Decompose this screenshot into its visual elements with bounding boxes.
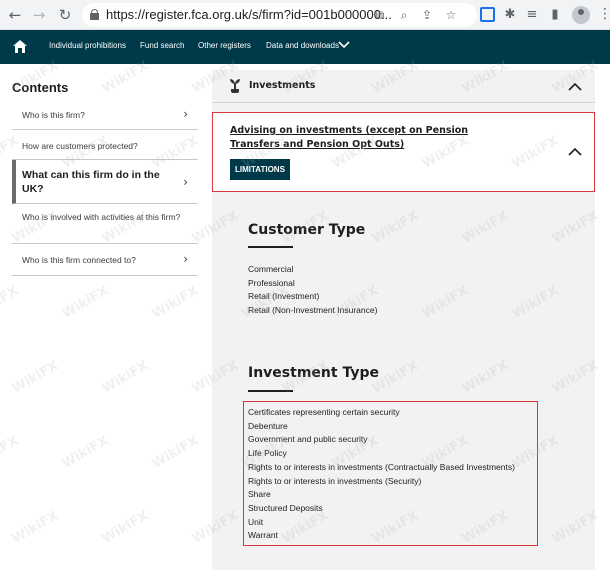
site-navbar: Individual prohibitions Fund search Othe… xyxy=(0,30,610,64)
watermark-text: WikiFX xyxy=(59,283,112,322)
list-item: Professional xyxy=(248,277,295,288)
activity-card: Advising on investments (except on Pensi… xyxy=(212,112,595,192)
nav-individual-prohibitions[interactable]: Individual prohibitions xyxy=(49,41,126,50)
watermark-text: WikiFX xyxy=(59,433,112,472)
extension-icon[interactable] xyxy=(480,7,495,22)
plant-icon xyxy=(230,79,240,93)
toc-item-what-can-firm-do[interactable]: What can this firm do in the UK? › xyxy=(12,160,198,204)
forward-arrow-icon[interactable]: → xyxy=(30,6,48,24)
toc-item-customer-protection[interactable]: How are customers protected? xyxy=(12,130,198,160)
investments-title: Investments xyxy=(249,80,316,91)
watermark-text: WikiFX xyxy=(9,508,62,547)
heading-underline xyxy=(248,246,293,248)
watermark-text: WikiFX xyxy=(0,433,22,472)
bookmark-star-icon[interactable]: ☆ xyxy=(443,7,459,23)
investment-type-heading: Investment Type xyxy=(248,365,379,381)
heading-underline xyxy=(248,390,293,392)
chevron-down-icon[interactable] xyxy=(338,39,350,51)
nav-data-and-downloads[interactable]: Data and downloads xyxy=(266,41,339,50)
chevron-right-icon: › xyxy=(183,252,188,266)
customer-type-list: Commercial Professional Retail (Investme… xyxy=(248,263,377,318)
watermark-text: WikiFX xyxy=(149,283,202,322)
customer-type-heading: Customer Type xyxy=(248,222,366,238)
reload-icon[interactable]: ↻ xyxy=(56,6,74,24)
chevron-up-icon[interactable] xyxy=(568,82,582,91)
url-text[interactable]: https://register.fca.org.uk/s/firm?id=00… xyxy=(106,7,392,22)
reading-list-icon[interactable]: ≡ xyxy=(524,7,540,23)
watermark-text: WikiFX xyxy=(0,283,22,322)
watermark-text: WikiFX xyxy=(99,58,152,97)
watermark-text: WikiFX xyxy=(99,358,152,397)
toc-item-who-is-involved[interactable]: Who is involved with activities at this … xyxy=(12,204,198,244)
toc-item-label: Who is this firm? xyxy=(22,110,85,120)
watermark-text: WikiFX xyxy=(9,358,62,397)
investments-accordion-header[interactable]: Investments xyxy=(212,70,595,103)
lock-icon xyxy=(90,9,99,20)
menu-kebab-icon[interactable]: ⋮ xyxy=(598,6,610,22)
toc-item-label: Who is this firm connected to? xyxy=(22,255,136,265)
puzzle-extensions-icon[interactable]: ✱ xyxy=(502,7,518,23)
watermark-text: WikiFX xyxy=(149,433,202,472)
chevron-up-icon[interactable] xyxy=(568,147,582,156)
home-icon[interactable] xyxy=(13,40,27,53)
toc-item-label: What can this firm do in the UK? xyxy=(22,169,160,195)
limitations-badge[interactable]: LIMITATIONS xyxy=(230,159,290,180)
toc-item-label: How are customers protected? xyxy=(22,141,138,151)
contents-heading: Contents xyxy=(12,80,69,95)
zoom-icon[interactable]: ⌕ xyxy=(396,7,412,23)
investment-type-highlight-box xyxy=(243,401,538,546)
toc-item-who-is-this-firm[interactable]: Who is this firm? › xyxy=(12,100,198,130)
translate-icon[interactable]: ⧉ xyxy=(372,7,388,23)
browser-toolbar: ← → ↻ https://register.fca.org.uk/s/firm… xyxy=(0,0,610,30)
list-item: Commercial xyxy=(248,264,294,274)
nav-fund-search[interactable]: Fund search xyxy=(140,41,184,50)
toc-item-label: Who is involved with activities at this … xyxy=(22,212,181,222)
back-arrow-icon[interactable]: ← xyxy=(6,6,24,24)
share-icon[interactable]: ⇪ xyxy=(419,7,435,23)
watermark-text: WikiFX xyxy=(99,508,152,547)
profile-avatar-icon[interactable] xyxy=(572,6,590,24)
activity-title-link[interactable]: Advising on investments (except on Pensi… xyxy=(230,124,490,152)
chevron-right-icon: › xyxy=(183,107,188,121)
chevron-right-icon: › xyxy=(183,175,188,189)
nav-other-registers[interactable]: Other registers xyxy=(198,41,251,50)
list-item: Retail (Investment) xyxy=(248,291,320,302)
address-bar[interactable]: https://register.fca.org.uk/s/firm?id=00… xyxy=(82,3,477,27)
toc-item-connected-to[interactable]: Who is this firm connected to? › xyxy=(12,244,198,276)
list-item: Retail (Non-Investment Insurance) xyxy=(248,305,378,316)
side-panel-icon[interactable]: ▮ xyxy=(547,7,563,23)
